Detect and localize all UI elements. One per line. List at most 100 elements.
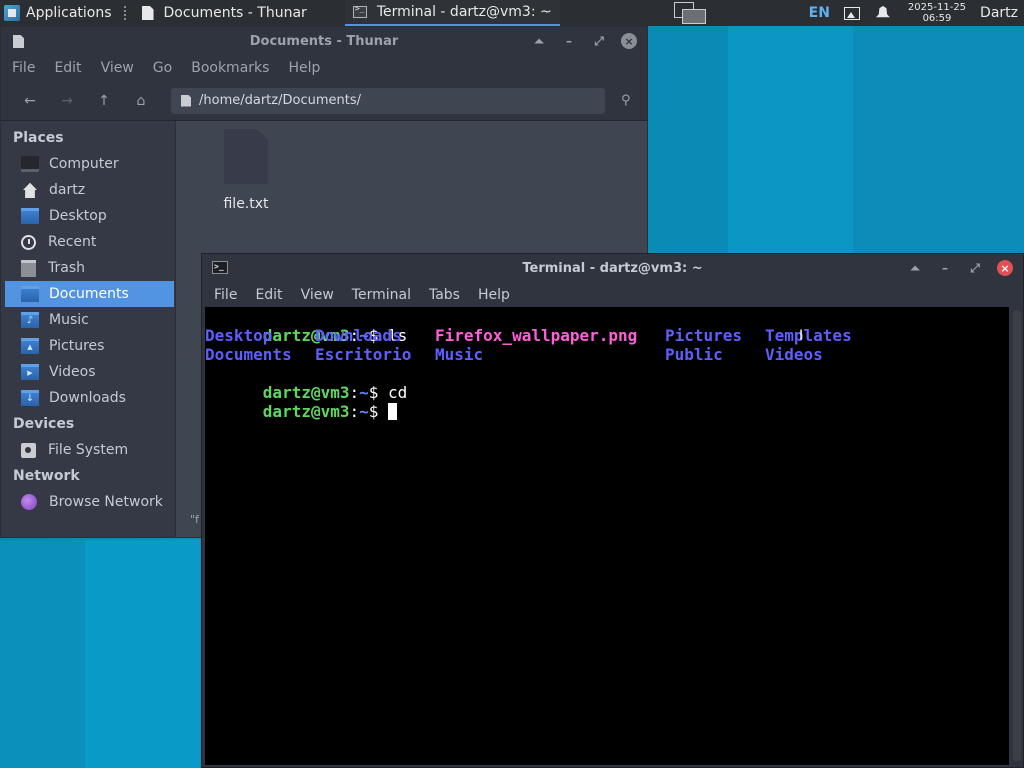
ls-entry: Firefox_wallpaper.png: [435, 326, 638, 345]
terminal-titlebar[interactable]: >_ Terminal - dartz@vm3: ~ ⏶ – ⤢ ×: [202, 254, 1023, 282]
thunar-toolbar: ← → ↑ ⌂ /home/dartz/Documents/ ⚲: [1, 81, 647, 121]
search-icon[interactable]: ⚲: [621, 93, 631, 108]
documents-folder-icon: [21, 286, 39, 302]
sidebar-item-music[interactable]: Music: [1, 307, 175, 333]
shade-icon[interactable]: ⏶: [907, 260, 923, 276]
menu-help[interactable]: Help: [466, 287, 516, 303]
sidebar-item-label: Desktop: [49, 208, 107, 224]
clock-icon: [21, 234, 36, 250]
menu-go[interactable]: Go: [142, 60, 180, 76]
menu-file[interactable]: File: [202, 287, 243, 303]
clock-date: 2025-11-25: [907, 2, 967, 13]
ls-output-row: Documents Escritorio Music Public Videos: [205, 345, 1009, 364]
close-icon[interactable]: ×: [621, 33, 637, 49]
sidebar-item-file-system[interactable]: File System: [1, 437, 175, 463]
file-name: file.txt: [223, 196, 269, 212]
maximize-icon[interactable]: ⤢: [591, 33, 607, 49]
minimize-icon[interactable]: –: [561, 33, 577, 49]
sidebar-item-documents[interactable]: Documents: [5, 281, 174, 307]
taskbar-item-label: Documents - Thunar: [163, 5, 307, 21]
sidebar-item-pictures[interactable]: Pictures: [1, 333, 175, 359]
sidebar-header-devices: Devices: [13, 416, 75, 432]
sidebar-item-label: Downloads: [49, 390, 126, 406]
sidebar-item-videos[interactable]: Videos: [1, 359, 175, 385]
thunar-menubar: File Edit View Go Bookmarks Help: [1, 55, 647, 81]
clock[interactable]: 2025-11-25 06:59: [898, 2, 976, 24]
sidebar-item-label: Videos: [49, 364, 96, 380]
sidebar-item-downloads[interactable]: Downloads: [1, 385, 175, 411]
mouse-ibeam-cursor-icon: I: [799, 328, 804, 344]
sidebar-item-home[interactable]: dartz: [1, 177, 175, 203]
menu-edit[interactable]: Edit: [243, 287, 288, 303]
sidebar-item-trash[interactable]: Trash: [1, 255, 175, 281]
ls-output-row: Desktop Downloads Firefox_wallpaper.png …: [205, 326, 1009, 345]
maximize-icon[interactable]: ⤢: [967, 260, 983, 276]
ls-entry: Desktop: [205, 326, 273, 345]
screenshot-icon[interactable]: [843, 6, 860, 20]
close-icon[interactable]: ×: [997, 260, 1013, 276]
prompt-symbol: $: [368, 402, 389, 421]
sidebar-item-browse-network[interactable]: Browse Network: [1, 489, 175, 515]
music-folder-icon: [21, 312, 39, 328]
menu-terminal[interactable]: Terminal: [340, 287, 417, 303]
terminal-scrollbar[interactable]: [1013, 310, 1021, 761]
sidebar-item-label: Pictures: [49, 338, 105, 354]
system-tray: EN 2025-11-25 06:59 Dartz: [803, 0, 1024, 26]
menu-edit[interactable]: Edit: [43, 60, 89, 76]
sidebar-item-label: Music: [49, 312, 89, 328]
network-globe-icon: [21, 494, 37, 510]
sidebar-item-label: Computer: [49, 156, 119, 172]
drive-icon: [21, 442, 36, 458]
terminal-line: dartz@vm3:~$ ls: [205, 307, 1009, 345]
ls-entry: Documents: [205, 345, 292, 364]
workspace-switcher[interactable]: [674, 2, 708, 24]
sidebar-header-network: Network: [13, 468, 80, 484]
sidebar-item-label: dartz: [49, 182, 86, 198]
menu-help[interactable]: Help: [277, 60, 328, 76]
terminal-line: dartz@vm3:~$ cd: [205, 364, 1009, 402]
location-bar[interactable]: /home/dartz/Documents/: [171, 87, 605, 114]
applications-menu-button[interactable]: Applications: [0, 0, 118, 26]
clock-time: 06:59: [922, 13, 952, 24]
shade-icon[interactable]: ⏶: [531, 33, 547, 49]
thunar-title: Documents - Thunar: [249, 33, 399, 49]
keyboard-layout-indicator[interactable]: EN: [803, 5, 836, 21]
sidebar-item-recent[interactable]: Recent: [1, 229, 175, 255]
home-icon: [23, 182, 37, 198]
notification-bell-icon[interactable]: [875, 6, 890, 18]
pictures-folder-icon: [21, 338, 39, 354]
text-file-icon: [224, 129, 268, 184]
panel-separator: [123, 6, 128, 20]
home-icon[interactable]: ⌂: [126, 86, 156, 116]
sidebar-item-label: Recent: [48, 234, 97, 250]
downloads-folder-icon: [21, 390, 39, 406]
taskbar-item-terminal[interactable]: Terminal - dartz@vm3: ~: [344, 0, 560, 26]
ls-entry: Templates: [765, 326, 852, 345]
terminal-output[interactable]: dartz@vm3:~$ ls Desktop Downloads Firefo…: [205, 307, 1009, 765]
ls-entry: Pictures: [665, 326, 743, 345]
user-menu[interactable]: Dartz: [976, 5, 1024, 21]
sidebar-item-label: File System: [48, 442, 129, 458]
up-arrow-icon[interactable]: ↑: [89, 86, 119, 116]
document-icon: [141, 6, 154, 20]
ls-entry: Videos: [765, 345, 823, 364]
menu-tabs[interactable]: Tabs: [417, 287, 466, 303]
sidebar-item-desktop[interactable]: Desktop: [1, 203, 175, 229]
forward-arrow-icon[interactable]: →: [52, 86, 82, 116]
file-item[interactable]: file.txt: [223, 129, 269, 212]
menu-view[interactable]: View: [289, 287, 340, 303]
terminal-window: >_ Terminal - dartz@vm3: ~ ⏶ – ⤢ × File …: [201, 253, 1024, 768]
menu-bookmarks[interactable]: Bookmarks: [180, 60, 277, 76]
menu-view[interactable]: View: [90, 60, 142, 76]
sidebar-item-label: Browse Network: [49, 494, 163, 510]
minimize-icon[interactable]: –: [937, 260, 953, 276]
menu-file[interactable]: File: [1, 60, 43, 76]
thunar-titlebar[interactable]: Documents - Thunar ⏶ – ⤢ ×: [1, 27, 647, 55]
thunar-sidebar: Places Computer dartz Desktop Recent Tra…: [1, 121, 176, 537]
sidebar-item-computer[interactable]: Computer: [1, 151, 175, 177]
top-panel: Applications Documents - Thunar Terminal…: [0, 0, 1024, 26]
status-bar-text: "f: [190, 513, 199, 526]
document-icon: [13, 35, 24, 48]
taskbar-item-thunar[interactable]: Documents - Thunar: [134, 0, 315, 26]
back-arrow-icon[interactable]: ←: [15, 86, 45, 116]
